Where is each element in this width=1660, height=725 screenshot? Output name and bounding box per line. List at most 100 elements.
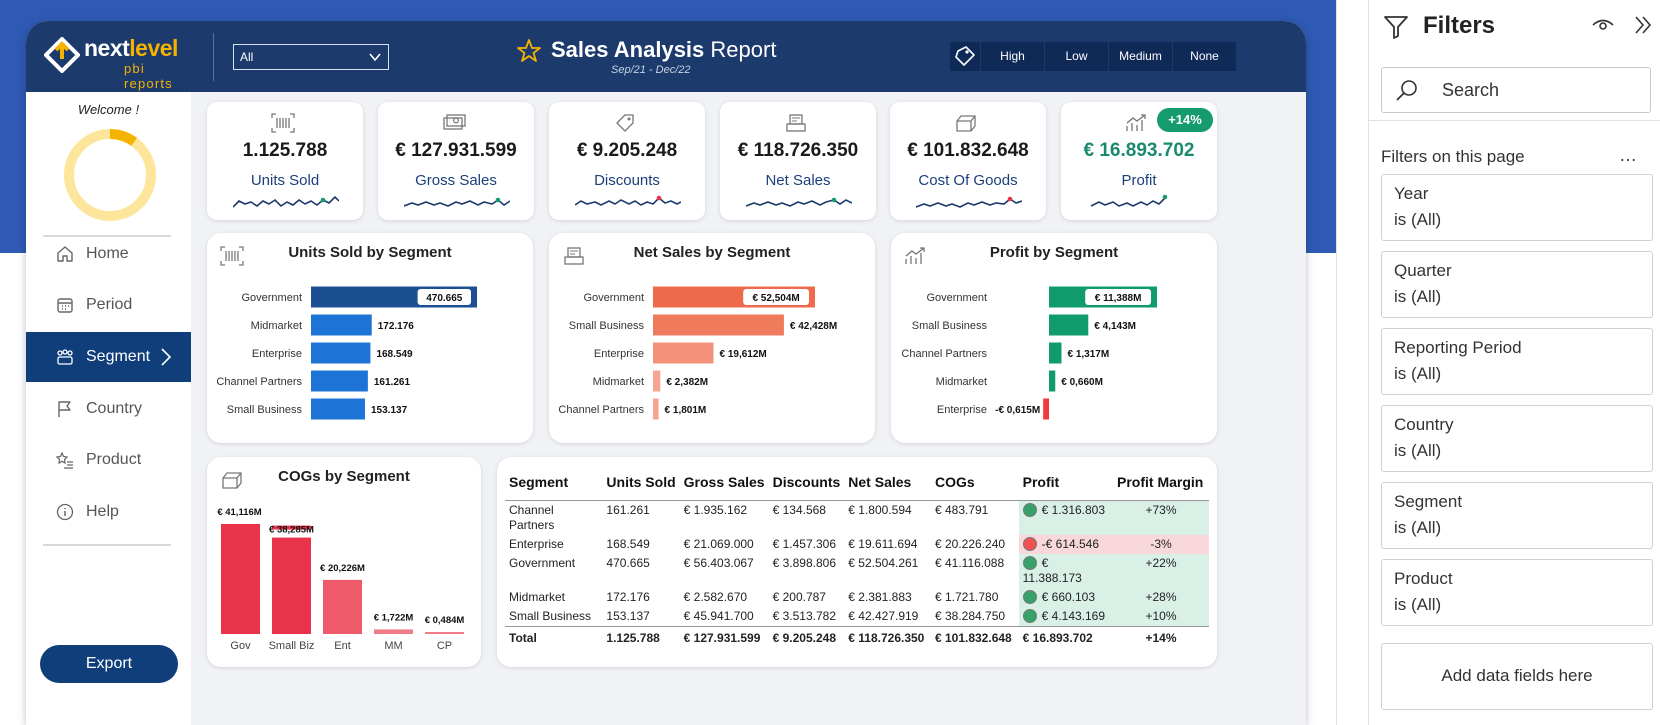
data-label: -€ 0,615M xyxy=(995,405,1040,416)
data-label: € 11,388M xyxy=(1095,293,1142,304)
filters-divider xyxy=(1369,120,1660,121)
bar[interactable] xyxy=(311,398,366,420)
people-icon xyxy=(57,349,73,365)
bar[interactable] xyxy=(653,370,661,392)
nav-label: Product xyxy=(86,451,142,468)
profit-cell: € 11.388.173 xyxy=(1018,554,1113,588)
progress-donut xyxy=(64,129,156,221)
data-label: 172.176 xyxy=(378,321,415,332)
filter-card-country[interactable]: Country is (All) xyxy=(1381,405,1653,472)
category-label: Small Biz xyxy=(269,640,315,652)
logo-mark-icon xyxy=(44,37,80,73)
side-nav: Welcome ! Home Period Segment Country Pr… xyxy=(26,92,191,725)
bar[interactable] xyxy=(311,342,371,364)
nav-item-period[interactable]: Period xyxy=(26,280,191,330)
data-label: € 19,612M xyxy=(720,349,767,360)
chart-plot: Government € 11,388M Small Business € 4,143… xyxy=(901,286,1157,420)
table-row: Government 470.665 € 56.403.067 € 3.898.806… xyxy=(505,554,1209,588)
data-label: € 41,116M xyxy=(217,507,261,518)
bar[interactable] xyxy=(653,314,784,336)
column-header[interactable]: Segment xyxy=(505,470,602,501)
bar[interactable] xyxy=(221,524,260,634)
filters-section-title: Filters on this page xyxy=(1381,147,1525,166)
segment-dropdown[interactable]: All xyxy=(233,44,389,70)
filter-card-segment[interactable]: Segment is (All) xyxy=(1381,482,1653,549)
kpi-value: € 118.726.350 xyxy=(737,140,859,161)
data-label: € 4,143M xyxy=(1094,321,1136,332)
filter-name: Country xyxy=(1394,415,1454,434)
bar[interactable] xyxy=(311,370,368,392)
category-label: Small Business xyxy=(912,320,988,332)
column-header[interactable]: Net Sales xyxy=(844,470,931,501)
bar[interactable] xyxy=(425,632,464,634)
data-label: € 1,801M xyxy=(665,405,707,416)
profit-badge: +14% xyxy=(1157,108,1213,132)
filter-state: is (All) xyxy=(1394,518,1442,537)
data-label: € 20,226M xyxy=(320,563,365,574)
table-row: Enterprise 168.549 € 21.069.000 € 1.457.306… xyxy=(505,535,1209,554)
bar[interactable] xyxy=(311,314,372,336)
column-header[interactable]: Units Sold xyxy=(602,470,679,501)
bar[interactable] xyxy=(1049,370,1056,392)
table-cell: Government xyxy=(509,556,576,570)
profit-value: € 660.103 xyxy=(1041,590,1096,604)
kpi-label: Units Sold xyxy=(250,172,320,189)
margin-cell: +28% xyxy=(1113,588,1209,607)
filter-state: is (All) xyxy=(1394,287,1442,306)
more-options-button[interactable]: … xyxy=(1619,145,1637,166)
bar[interactable] xyxy=(1049,342,1062,364)
total-cell: € 16.893.702 xyxy=(1018,626,1113,648)
status-dot-icon xyxy=(1022,537,1037,551)
filter-card-reporting-period[interactable]: Reporting Period is (All) xyxy=(1381,328,1653,395)
column-header[interactable]: Profit xyxy=(1019,470,1113,501)
filter-card-product[interactable]: Product is (All) xyxy=(1381,559,1653,626)
nav-item-country[interactable]: Country xyxy=(26,384,191,434)
slicer-option-low[interactable]: Low xyxy=(1045,42,1108,71)
bar[interactable] xyxy=(653,398,659,420)
data-label: € 0,484M xyxy=(425,615,465,626)
cogs-by-segment-chart: COGs by Segment € 41,116M Gov € 38,285M Sma… xyxy=(207,457,481,667)
table-cell: € 134.568 xyxy=(768,500,845,535)
data-label: 153.137 xyxy=(371,405,408,416)
units-sold-by-segment-chart: Units Sold by Segment Government 470.665 M… xyxy=(207,233,533,443)
total-cell: € 127.931.599 xyxy=(679,626,769,648)
eye-icon[interactable] xyxy=(1591,16,1615,34)
table-cell: Channel Partners xyxy=(505,500,603,535)
sparkline xyxy=(404,197,510,207)
total-cell: € 118.726.350 xyxy=(844,626,931,648)
filter-card-quarter[interactable]: Quarter is (All) xyxy=(1381,251,1653,318)
filter-card-year[interactable]: Year is (All) xyxy=(1381,174,1653,241)
profit-cell: -€ 614.546 xyxy=(1018,535,1113,554)
bar[interactable] xyxy=(374,629,413,634)
column-header[interactable]: Profit Margin xyxy=(1113,470,1209,501)
collapse-pane-icon[interactable] xyxy=(1632,14,1654,36)
tag-icon xyxy=(955,46,975,66)
kpi-value: € 101.832.648 xyxy=(907,140,1029,161)
bar[interactable] xyxy=(323,579,362,634)
nav-item-product[interactable]: Product xyxy=(26,435,191,485)
column-header[interactable]: Discounts xyxy=(769,470,845,501)
bar[interactable] xyxy=(272,537,311,634)
nav-item-home[interactable]: Home xyxy=(26,229,191,279)
slicer-option-none[interactable]: None xyxy=(1173,42,1236,71)
bar[interactable] xyxy=(653,342,714,364)
nav-item-help[interactable]: Help xyxy=(26,487,191,537)
filters-search-input[interactable]: Search xyxy=(1381,67,1651,113)
bar[interactable] xyxy=(1049,314,1089,336)
column-header[interactable]: Gross Sales xyxy=(680,470,769,501)
margin-cell: -3% xyxy=(1113,535,1209,554)
slicer-option-medium[interactable]: Medium xyxy=(1109,42,1172,71)
table-cell: € 1.457.306 xyxy=(772,537,836,551)
category-label: Ent xyxy=(334,640,351,652)
export-button[interactable]: Export xyxy=(40,645,178,683)
table-cell: Enterprise xyxy=(509,537,564,551)
slicer-option-high[interactable]: High xyxy=(981,42,1044,71)
bar[interactable] xyxy=(1043,398,1049,420)
column-header[interactable]: COGs xyxy=(931,470,1019,501)
title-bold: Sales Analysis xyxy=(551,37,705,62)
category-label: MM xyxy=(384,640,402,652)
nav-item-segment[interactable]: Segment xyxy=(26,332,191,382)
filter-state: is (All) xyxy=(1394,364,1442,383)
add-data-fields-drop-zone[interactable]: Add data fields here xyxy=(1381,643,1653,710)
kpi-card-gross-sales: € 127.931.599 Gross Sales xyxy=(378,102,534,220)
